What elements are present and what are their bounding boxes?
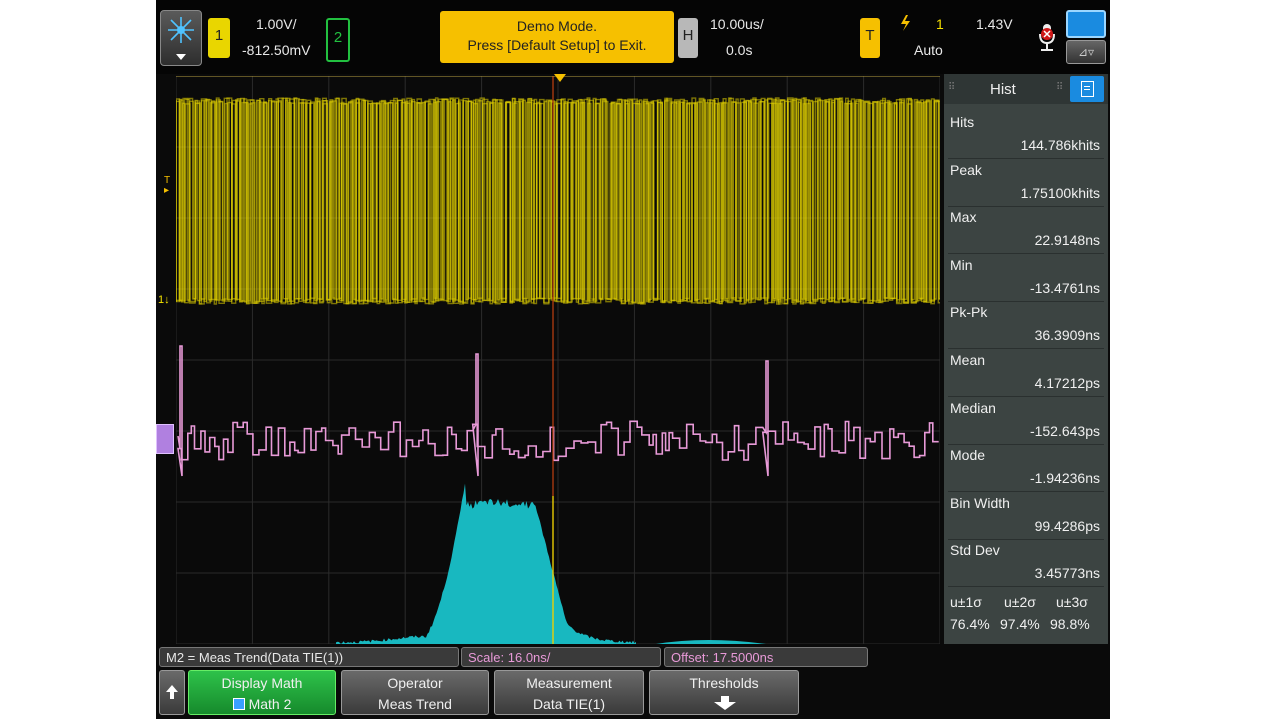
trigger-edge-icon: [901, 15, 910, 31]
math-offset[interactable]: Offset: 17.5000ns: [664, 647, 868, 667]
grip-icon: ⠿: [948, 82, 956, 93]
measurement-label: Min: [950, 256, 973, 273]
sigma-header-3: u±3σ: [1056, 594, 1088, 610]
sigma-value-2: 97.4%: [1000, 616, 1040, 632]
measurement-softkey[interactable]: Measurement Data TIE(1): [494, 670, 644, 715]
ch1-offset: -812.50mV: [242, 42, 311, 58]
math-scale[interactable]: Scale: 16.0ns/: [461, 647, 661, 667]
measurement-label: Peak: [950, 161, 982, 178]
measurement-value: -1.94236ns: [1029, 470, 1100, 487]
ch1-ground-marker[interactable]: 1↓: [158, 294, 170, 306]
measurement-label: Bin Width: [950, 494, 1010, 511]
row-separator: [948, 300, 1104, 302]
display-math-value: Math 2: [248, 696, 292, 712]
measurement-label: Std Dev: [950, 542, 1000, 559]
measurement-label: Mode: [950, 447, 986, 464]
time-scale: 10.00us/: [710, 16, 764, 32]
measurement-label: Mean: [950, 352, 986, 368]
row-separator: [948, 538, 1104, 540]
row-separator: [948, 443, 1104, 445]
demo-line2: Press [Default Setup] to Exit.: [467, 37, 647, 53]
top-status-bar: 1 1.00V/ -812.50mV 2 Demo Mode. Press [D…: [156, 0, 1110, 74]
sigma-value-1: 76.4%: [950, 616, 990, 632]
panel-title: Hist: [990, 81, 1016, 98]
row-separator: [948, 158, 1104, 159]
display-math-softkey[interactable]: Display Math Math 2: [188, 670, 336, 715]
measurement-value: 3.45773ns: [1034, 565, 1100, 582]
row-separator: [948, 348, 1104, 350]
measurement-value: 22.9148ns: [1034, 232, 1100, 249]
measurement-label: Pk-Pk: [950, 304, 988, 321]
channel2-badge[interactable]: 2: [326, 18, 350, 62]
measurement-value: -152.643ps: [1029, 422, 1100, 439]
display-math-label: Display Math: [221, 675, 303, 691]
operator-label: Operator: [387, 675, 443, 691]
measurement-value: 4.17212ps: [1034, 375, 1100, 391]
histogram-results-panel: ⠿ Hist ⠿ Hits 144.786khits Peak 1.75100khit…: [944, 74, 1108, 644]
down-arrow-icon: [176, 54, 186, 60]
math2-marker[interactable]: [156, 424, 174, 454]
down-arrow-icon: [714, 696, 736, 710]
trigger-mode: Auto: [914, 42, 943, 58]
channel1-waveform: [176, 97, 940, 305]
sigma-header-1: u±1σ: [950, 594, 982, 610]
thresholds-label: Thresholds: [689, 675, 759, 691]
trigger-level-marker[interactable]: T ▸: [164, 176, 170, 196]
panel-header: ⠿ Hist ⠿: [944, 74, 1108, 104]
keysight-logo-icon: [168, 17, 194, 43]
operator-value: Meas Trend: [378, 696, 452, 712]
trigger-position-marker: [554, 74, 566, 82]
histogram-shape: [336, 483, 766, 644]
horizontal-badge[interactable]: H: [678, 18, 698, 58]
measurement-value: 99.4286ps: [1034, 517, 1100, 534]
sigma-header-2: u±2σ: [1004, 594, 1036, 610]
waveform-graticule[interactable]: [176, 76, 940, 644]
sigma-value-3: 98.8%: [1050, 616, 1090, 632]
ch1-scale: 1.00V/: [256, 16, 297, 32]
microphone-off-icon[interactable]: [1036, 22, 1058, 54]
display-math-value-row: Math 2: [189, 696, 335, 712]
trigger-badge[interactable]: T: [860, 18, 880, 58]
measurement-value: Data TIE(1): [532, 696, 606, 712]
row-separator: [948, 205, 1104, 207]
operator-softkey[interactable]: Operator Meas Trend: [341, 670, 489, 715]
demo-line1: Demo Mode.: [516, 18, 598, 34]
row-separator: [948, 396, 1104, 397]
trigger-source: 1: [936, 16, 944, 32]
menu-icon[interactable]: [1070, 76, 1104, 102]
measurement-value: 36.3909ns: [1034, 327, 1100, 344]
main-menu-button[interactable]: [160, 10, 202, 66]
trigger-marker-label: T: [164, 175, 171, 186]
measurement-label: Measurement: [526, 675, 612, 691]
thresholds-softkey[interactable]: Thresholds: [649, 670, 799, 715]
math2-checkbox[interactable]: [232, 698, 245, 710]
channel1-badge[interactable]: 1: [208, 18, 230, 58]
softkey-up-arrow[interactable]: [159, 670, 185, 715]
oscilloscope-display: 1 1.00V/ -812.50mV 2 Demo Mode. Press [D…: [156, 0, 1110, 719]
ch1-marker-label: 1: [158, 294, 165, 306]
up-arrow-icon: [166, 685, 178, 699]
row-separator: [948, 491, 1104, 493]
measurement-value: 144.786khits: [1020, 137, 1100, 153]
row-separator: [948, 253, 1104, 255]
measurement-label: Max: [950, 209, 977, 226]
zoom-icon: ⊿▿: [1066, 40, 1106, 64]
trigger-level: 1.43V: [976, 16, 1013, 32]
demo-mode-banner: Demo Mode. Press [Default Setup] to Exit…: [440, 11, 674, 63]
measurement-label: Hits: [950, 114, 975, 130]
touch-button[interactable]: ⊿▿: [1066, 10, 1106, 64]
measurement-value: -13.4761ns: [1029, 279, 1100, 296]
math-definition[interactable]: M2 = Meas Trend(Data TIE(1)): [159, 647, 459, 667]
measurement-value: 1.75100khits: [1020, 184, 1100, 201]
touch-icon: [1066, 10, 1106, 38]
grip-icon: ⠿: [1056, 82, 1064, 93]
row-separator: [948, 586, 1104, 588]
time-delay: 0.0s: [726, 42, 753, 58]
measurement-label: Median: [950, 399, 996, 416]
